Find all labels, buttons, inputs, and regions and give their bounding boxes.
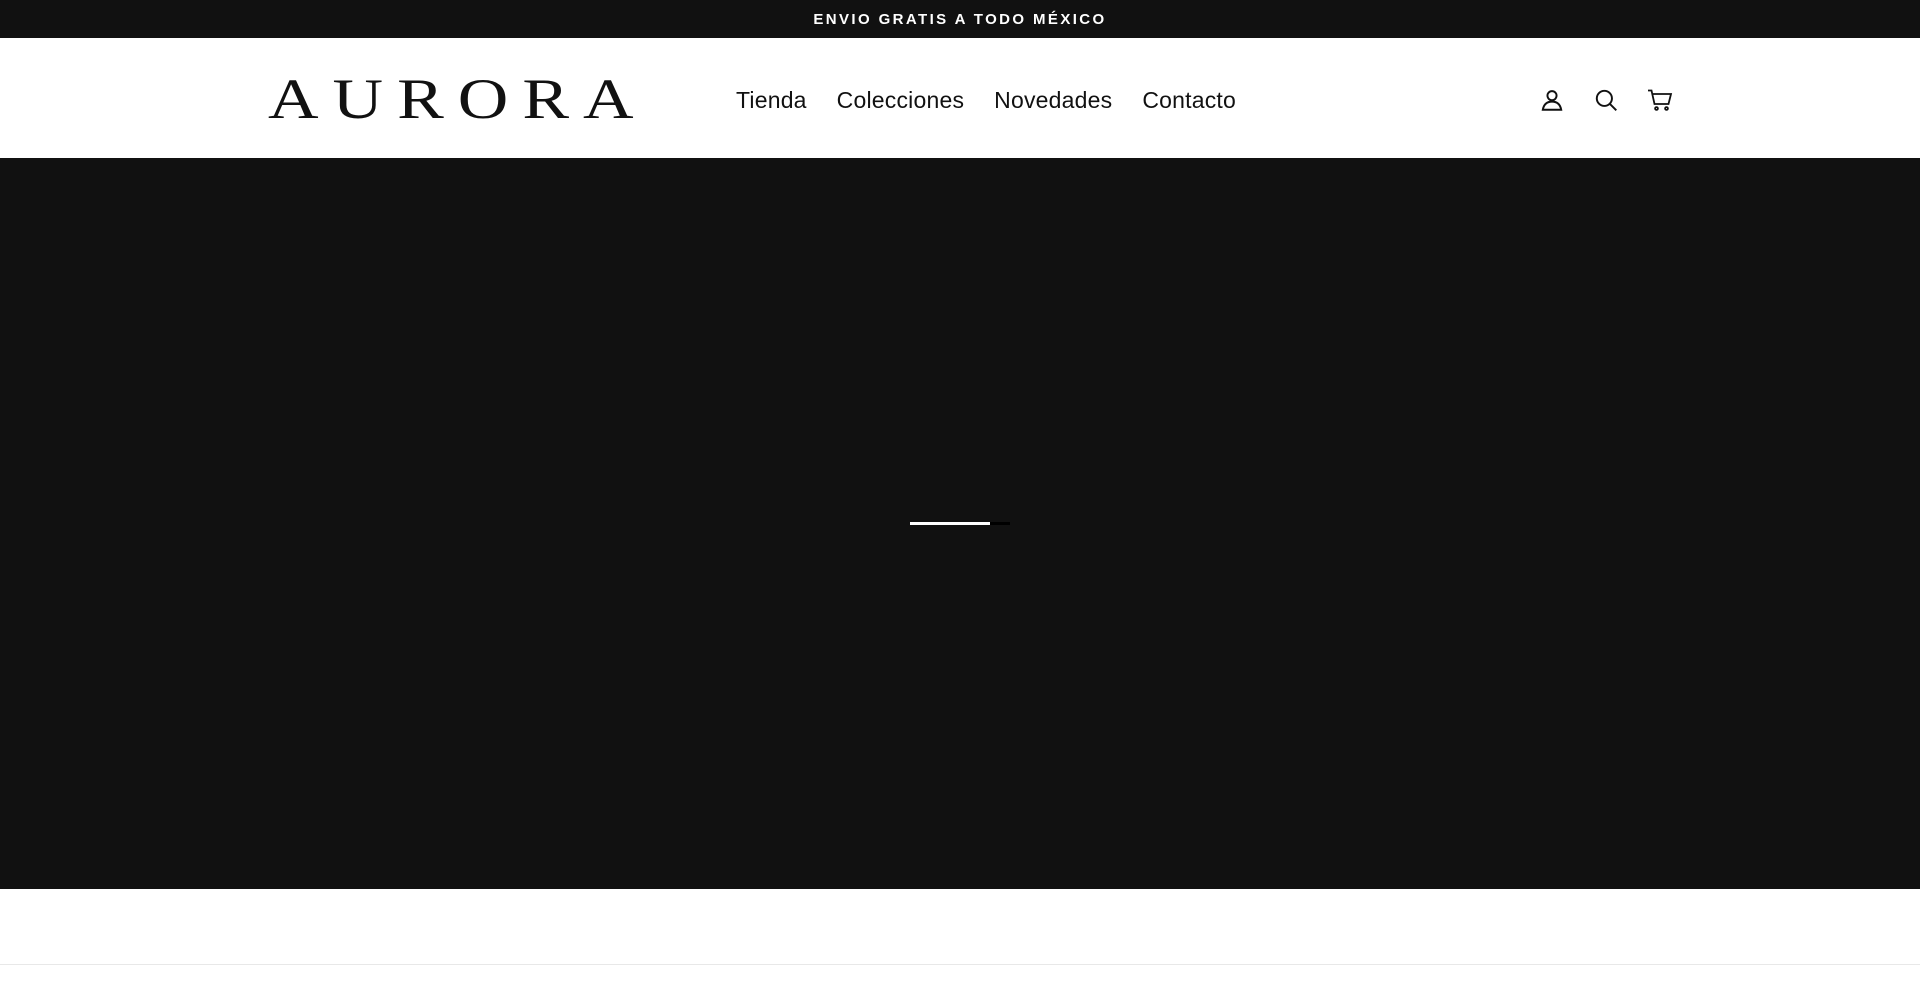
nav-link-colecciones[interactable]: Colecciones (837, 87, 965, 114)
nav-link-tienda[interactable]: Tienda (736, 87, 807, 114)
slideshow-progress-track (910, 522, 1010, 525)
cart-icon (1648, 89, 1673, 111)
site-logo[interactable]: AURORA (268, 67, 648, 133)
hero-slideshow[interactable] (0, 158, 1920, 889)
search-button[interactable] (1591, 85, 1621, 115)
account-button[interactable] (1537, 85, 1567, 115)
announcement-text: ENVIO GRATIS A TODO MÉXICO (813, 10, 1107, 28)
slideshow-progress-fill (910, 522, 990, 525)
nav-link-novedades[interactable]: Novedades (994, 87, 1112, 114)
below-hero-section (0, 889, 1920, 993)
section-divider (0, 964, 1920, 965)
main-nav: Tienda Colecciones Novedades Contacto (736, 82, 1236, 118)
search-icon (1595, 89, 1617, 111)
user-icon (1541, 90, 1563, 111)
header-icons (1537, 84, 1675, 116)
nav-link-contacto[interactable]: Contacto (1142, 87, 1236, 114)
announcement-bar: ENVIO GRATIS A TODO MÉXICO (0, 0, 1920, 38)
site-header: AURORA Tienda Colecciones Novedades Cont… (0, 38, 1920, 158)
cart-button[interactable] (1645, 85, 1675, 115)
